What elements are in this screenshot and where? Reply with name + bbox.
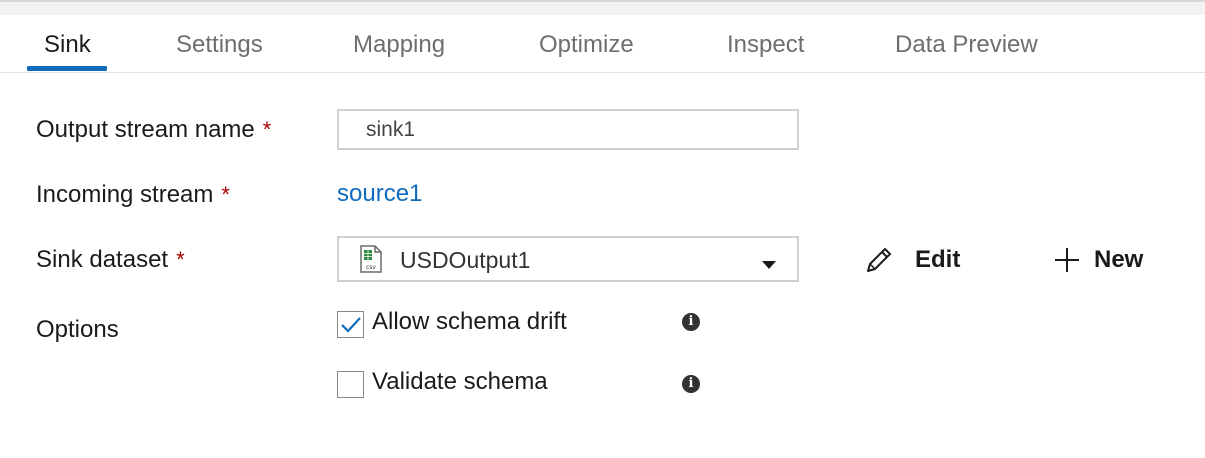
tab-mapping[interactable]: Mapping xyxy=(353,15,445,71)
checkmark-icon xyxy=(341,317,361,333)
tab-sink[interactable]: Sink xyxy=(44,15,91,71)
required-marker: * xyxy=(176,247,185,272)
allow-schema-drift-label: Allow schema drift xyxy=(372,308,567,335)
required-marker: * xyxy=(221,182,230,207)
output-stream-name-input[interactable]: sink1 xyxy=(337,109,799,150)
validate-schema-checkbox[interactable]: Validate schema xyxy=(337,368,597,401)
sink-dataset-value: USDOutput1 xyxy=(400,247,531,273)
chevron-down-icon xyxy=(762,256,776,274)
allow-schema-drift-checkbox[interactable]: Allow schema drift xyxy=(337,308,597,341)
pencil-icon xyxy=(864,245,894,280)
validate-schema-box[interactable] xyxy=(337,371,364,398)
tab-optimize[interactable]: Optimize xyxy=(539,15,634,71)
incoming-stream-link[interactable]: source1 xyxy=(337,180,422,208)
tab-bar: Sink Settings Mapping Optimize Inspect D… xyxy=(0,15,1205,73)
sink-dataset-label-text: Sink dataset xyxy=(36,246,169,273)
tab-data-preview[interactable]: Data Preview xyxy=(895,15,1038,71)
allow-schema-drift-box[interactable] xyxy=(337,311,364,338)
info-icon[interactable]: i xyxy=(682,375,700,393)
active-tab-indicator xyxy=(27,66,107,71)
tab-inspect[interactable]: Inspect xyxy=(727,15,804,71)
validate-schema-label: Validate schema xyxy=(372,368,548,395)
csv-file-icon: csv xyxy=(360,245,382,278)
incoming-stream-label-text: Incoming stream xyxy=(36,181,214,208)
edit-label: Edit xyxy=(915,246,961,273)
options-label: Options xyxy=(36,316,119,343)
new-label: New xyxy=(1094,246,1144,273)
sink-dataset-select[interactable]: csv USDOutput1 xyxy=(337,236,799,282)
plus-icon xyxy=(1053,246,1081,279)
edit-dataset-button[interactable]: Edit xyxy=(864,240,964,280)
tab-settings[interactable]: Settings xyxy=(176,15,263,71)
info-icon[interactable]: i xyxy=(682,313,700,331)
incoming-stream-label: Incoming stream * xyxy=(36,181,230,209)
sink-settings-panel: Sink Settings Mapping Optimize Inspect D… xyxy=(0,0,1205,458)
required-marker: * xyxy=(262,117,272,142)
sink-dataset-label: Sink dataset * xyxy=(36,246,185,274)
new-dataset-button[interactable]: New xyxy=(1053,240,1153,280)
top-strip xyxy=(0,0,1205,15)
svg-text:csv: csv xyxy=(366,264,376,271)
output-stream-name-label: Output stream name * xyxy=(36,116,271,144)
output-stream-name-label-text: Output stream name xyxy=(36,116,255,143)
